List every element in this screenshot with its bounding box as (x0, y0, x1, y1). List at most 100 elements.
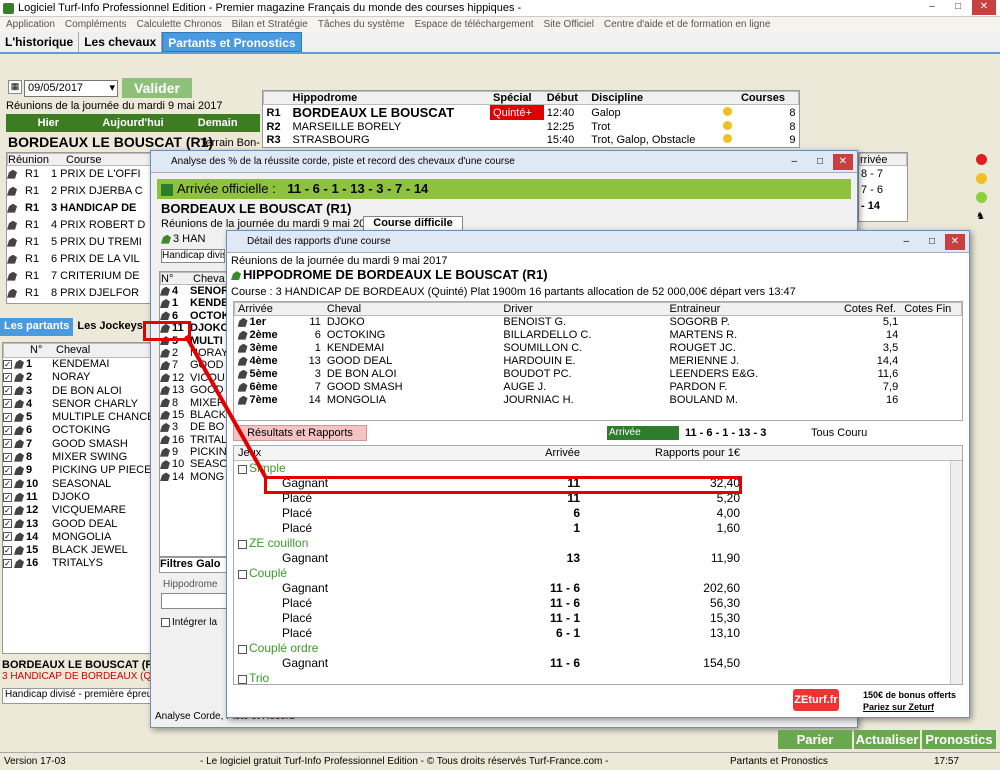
table-row[interactable]: 6ème 7 GOOD SMASH AUGE J. PARDON F. 7,9 (235, 381, 962, 394)
list-item[interactable]: ✓ 13 GOOD DEAL (3, 518, 159, 531)
hier-button[interactable]: Hier (6, 114, 91, 132)
close-button[interactable]: ✕ (972, 0, 996, 15)
list-item[interactable]: R1 4 PRIX ROBERT D (7, 217, 155, 234)
table-row[interactable]: Gagnant 13 11,90 (234, 551, 962, 566)
date-select[interactable]: 09/05/2017 ▾ (24, 80, 118, 97)
col-arrivee[interactable]: Arrivée (494, 446, 584, 460)
table-row[interactable]: 7ème 14 MONGOLIA JOURNIAC H. BOULAND M. 16 (235, 394, 962, 407)
expand-icon[interactable] (238, 569, 247, 579)
hippodrome-input[interactable] (161, 593, 229, 609)
list-item[interactable]: ✓ 4 SENOR CHARLY (3, 398, 159, 411)
col-rapports[interactable]: Rapports pour 1€ (584, 446, 744, 460)
list-item[interactable]: R1 1 PRIX DE L'OFFI (7, 166, 155, 183)
checkbox[interactable]: ✓ (3, 559, 12, 569)
pariez-link[interactable]: Pariez sur Zeturf (863, 702, 934, 712)
list-item[interactable]: R1 7 CRITERIUM DE (7, 268, 155, 285)
col-hippodrome[interactable]: Hippodrome (290, 92, 491, 105)
table-row[interactable]: 2ème 6 OCTOKING BILLARDELLO C. MARTENS R. 14 (235, 329, 962, 342)
list-item[interactable]: R1 8 PRIX DJELFOR (7, 285, 155, 302)
expand-icon[interactable] (238, 674, 247, 684)
menu-item-complements[interactable]: Compléments (65, 17, 127, 32)
menu-item-aide[interactable]: Centre d'aide et de formation en ligne (604, 17, 770, 32)
list-item[interactable]: ✓ 11 DJOKO (3, 491, 159, 504)
list-item[interactable]: ✓ 8 MIXER SWING (3, 451, 159, 464)
table-row[interactable]: 1er 11 DJOKO BENOIST G. SOGORB P. 5,1 (235, 316, 962, 329)
checkbox[interactable]: ✓ (3, 492, 12, 502)
checkbox[interactable]: ✓ (3, 426, 12, 436)
expand-icon[interactable] (238, 644, 247, 654)
maximize-button[interactable]: □ (817, 151, 823, 173)
list-item[interactable]: ✓ 3 DE BON ALOI (3, 385, 159, 398)
close-button[interactable]: ✕ (944, 234, 965, 250)
list-item[interactable]: 1 KENDE (160, 297, 228, 309)
game-group[interactable]: Trio (234, 671, 962, 684)
list-item[interactable]: R1 2 PRIX DJERBA C (7, 183, 155, 200)
tab-les-jockeys[interactable]: Les Jockeys, (73, 318, 150, 336)
table-row[interactable]: R1 BORDEAUX LE BOUSCAT Quinté+ 12:40 Gal… (264, 104, 799, 120)
tab-les-partants[interactable]: Les partants (0, 318, 74, 336)
list-item[interactable]: ✓ 7 GOOD SMASH (3, 438, 159, 451)
table-row[interactable]: Placé 11 - 6 56,30 (234, 596, 962, 611)
checkbox[interactable]: ✓ (3, 545, 12, 555)
table-row[interactable]: 3ème 1 KENDEMAI SOUMILLON C. ROUGET JC. 3,5 (235, 342, 962, 355)
table-row[interactable]: Placé 11 - 1 15,30 (234, 611, 962, 626)
list-item[interactable]: ✓ 14 MONGOLIA (3, 531, 159, 544)
list-item[interactable]: ✓ 10 SEASONAL (3, 478, 159, 491)
checkbox[interactable]: ✓ (3, 439, 12, 449)
minimize-button[interactable]: – (903, 231, 909, 253)
menu-item-taches[interactable]: Tâches du système (318, 17, 405, 32)
scrollbar[interactable] (950, 461, 962, 684)
list-item[interactable]: ✓ 6 OCTOKING (3, 424, 159, 437)
col-debut[interactable]: Début (544, 92, 588, 105)
expand-icon[interactable] (238, 539, 247, 549)
checkbox[interactable]: ✓ (3, 519, 12, 529)
col-cheval[interactable]: Cheval (56, 344, 90, 357)
checkbox[interactable]: ✓ (3, 479, 12, 489)
menu-item-site[interactable]: Site Officiel (544, 17, 594, 32)
checkbox[interactable]: ✓ (3, 386, 12, 396)
pronostics-button[interactable]: Pronostics (922, 730, 996, 749)
minimize-button[interactable]: – (791, 151, 797, 173)
demain-button[interactable]: Demain (175, 114, 260, 132)
list-item[interactable]: ✓ 2 NORAY (3, 371, 159, 384)
game-group[interactable]: ZE couillon (234, 536, 962, 551)
list-item[interactable]: ✓ 16 TRITALYS (3, 557, 159, 570)
checkbox[interactable]: ✓ (3, 532, 12, 542)
menu-item-bilan[interactable]: Bilan et Stratégie (232, 17, 308, 32)
maximize-button[interactable]: □ (946, 0, 970, 15)
game-group[interactable]: Simple (234, 461, 962, 476)
menu-item-telechargement[interactable]: Espace de téléchargement (415, 17, 534, 32)
validate-button[interactable]: Valider (122, 78, 192, 98)
zeturf-logo[interactable]: ZEturf.fr (793, 689, 839, 711)
menu-item-application[interactable]: Application (6, 17, 55, 32)
table-row[interactable]: 5ème 3 DE BON ALOI BOUDOT PC. LEENDERS E&G. 1… (235, 368, 962, 381)
checkbox[interactable]: ✓ (3, 412, 12, 422)
filtres-galop[interactable]: Filtres Galo (159, 557, 229, 573)
col-no[interactable]: N° (30, 344, 56, 357)
actualiser-button[interactable]: Actualiser (854, 730, 920, 749)
list-item[interactable]: ✓ 5 MULTIPLE CHANCES (3, 411, 159, 424)
list-item[interactable]: ✓ 1 KENDEMAI (3, 358, 159, 371)
checkbox[interactable]: ✓ (3, 505, 12, 515)
list-item[interactable]: R1 3 HANDICAP DE (7, 200, 155, 217)
calendar-icon[interactable]: ▦ (8, 80, 22, 94)
checkbox[interactable]: ✓ (3, 452, 12, 462)
checkbox[interactable]: ✓ (3, 372, 12, 382)
table-row[interactable]: Gagnant 11 - 6 154,50 (234, 656, 962, 671)
table-row[interactable]: Placé 6 4,00 (234, 506, 962, 521)
close-button[interactable]: ✕ (832, 154, 853, 170)
game-group[interactable]: Couplé ordre (234, 641, 962, 656)
list-item[interactable]: ✓ 15 BLACK JEWEL (3, 544, 159, 557)
tab-chevaux[interactable]: Les chevaux (79, 32, 163, 52)
col-special[interactable]: Spécial (490, 92, 544, 105)
col-course[interactable]: Course (66, 154, 101, 165)
list-item[interactable]: R1 6 PRIX DE LA VIL (7, 251, 155, 268)
list-item[interactable]: 4 SENOR (160, 285, 228, 297)
table-row[interactable]: R3 STRASBOURG 15:40 Trot, Galop, Obstacl… (264, 133, 799, 146)
parier-button[interactable]: Parier (778, 730, 852, 749)
tab-historique[interactable]: L'historique (0, 32, 80, 52)
table-row[interactable]: 4ème 13 GOOD DEAL HARDOUIN E. MERIENNE J. 14,… (235, 355, 962, 368)
col-discipline[interactable]: Discipline (588, 92, 720, 105)
integrer-option[interactable]: Intégrer la (161, 617, 217, 628)
checkbox[interactable]: ✓ (3, 465, 12, 475)
